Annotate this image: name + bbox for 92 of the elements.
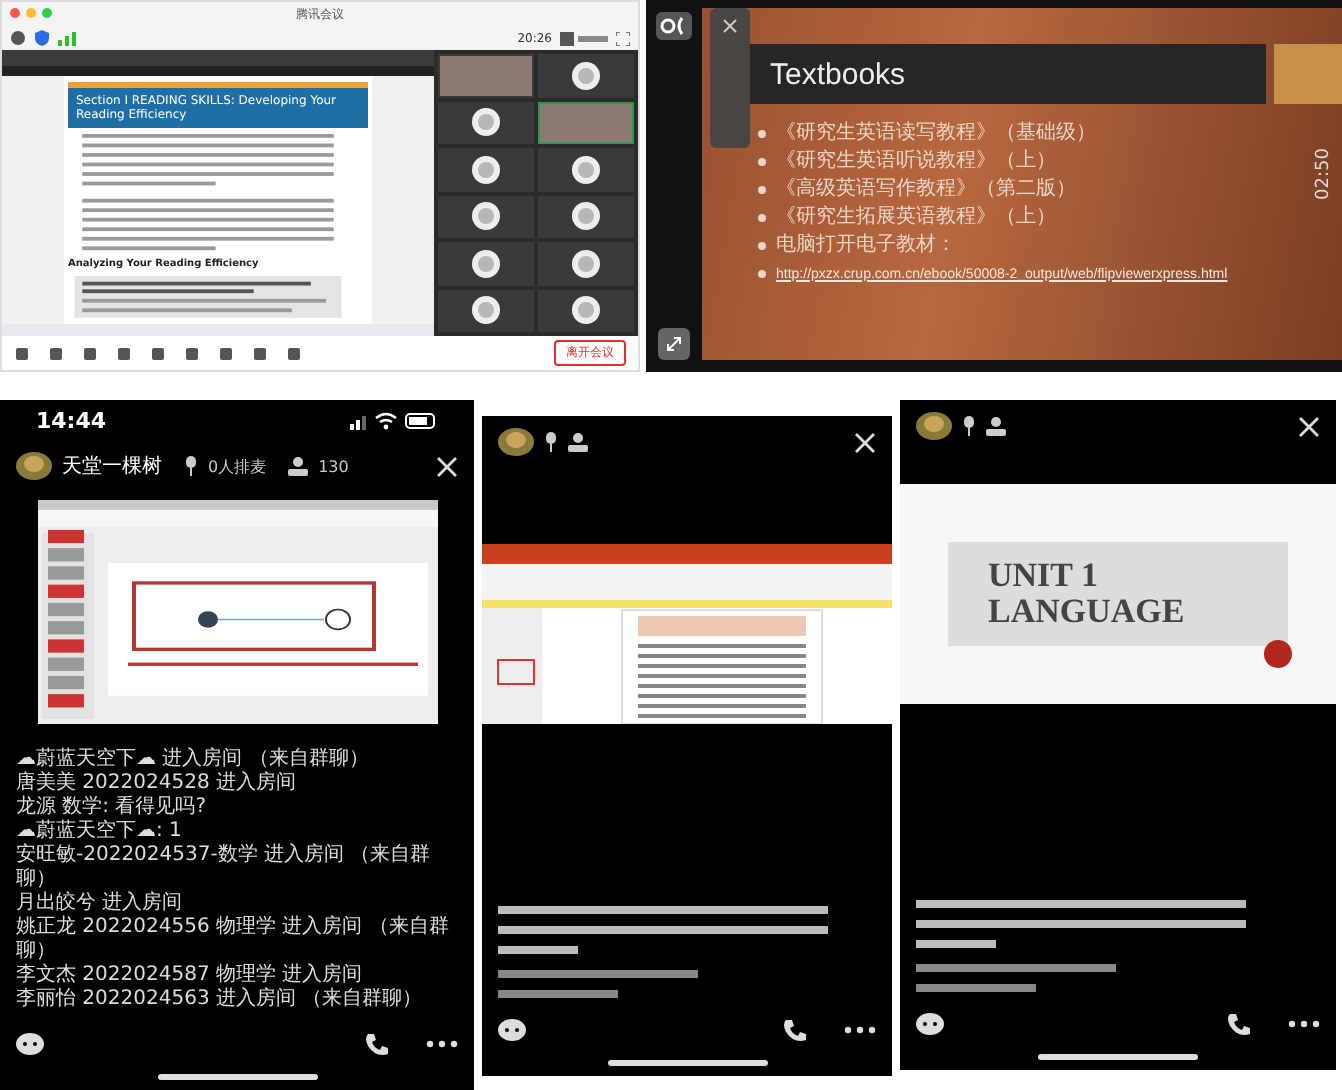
phone-icon[interactable]: [364, 1031, 390, 1057]
avatar-icon: [472, 249, 500, 278]
slide-title: LANGUAGE: [988, 594, 1187, 630]
avatar-icon: [572, 61, 600, 90]
toolbar-icon[interactable]: [14, 345, 30, 361]
chat-message: 姚正龙 2022024556 物理学 进入房间 （来自群聊）: [16, 916, 451, 963]
toolbar-icon[interactable]: [184, 345, 200, 361]
chat-message: 安旺敏-2022024537-数学 进入房间 （来自群聊）: [16, 844, 433, 891]
chat-message: 李文杰 2022024587 物理学 进入房间: [16, 964, 365, 987]
video-placeholder: [540, 103, 632, 142]
host-name: 天堂一棵树: [62, 453, 162, 480]
seal-icon: [1264, 640, 1292, 668]
bullet-icon: [758, 242, 766, 250]
bullet-item: 《研究生英语读写教程》（基础级）: [776, 120, 1096, 148]
shield-icon[interactable]: [34, 30, 50, 46]
bullet-item: 《研究生拓展英语教程》（上）: [776, 204, 1056, 232]
microphone-icon: [962, 416, 976, 436]
avatar-icon: [472, 202, 500, 231]
toolbar-icon[interactable]: [286, 345, 302, 361]
fullscreen-icon[interactable]: [616, 31, 630, 45]
logo-icon: [656, 12, 692, 40]
participant-tile[interactable]: [538, 148, 634, 191]
avatar-icon: [572, 249, 600, 278]
video-placeholder: [440, 56, 532, 95]
status-time: 14:44: [36, 407, 107, 433]
bullet-icon: [758, 186, 766, 194]
close-icon[interactable]: [854, 431, 876, 453]
slide-title: UNIT 1: [988, 558, 1100, 594]
chat-message: 龙源 数学: 看得见吗?: [16, 796, 209, 819]
person-icon: [288, 456, 309, 476]
avatar-icon: [472, 296, 500, 325]
chat-message: 唐美美 2022024528 进入房间: [16, 772, 298, 795]
phone-icon[interactable]: [1226, 1011, 1252, 1037]
participant-tile[interactable]: [438, 195, 534, 238]
avatar-icon[interactable]: [16, 452, 52, 480]
phone-icon[interactable]: [782, 1017, 808, 1043]
close-icon[interactable]: [436, 455, 458, 477]
more-icon[interactable]: [1288, 1020, 1320, 1028]
person-icon: [986, 416, 1006, 436]
avatar-icon: [472, 155, 500, 184]
chat-message: 李丽怡 2022024563 进入房间 （来自群聊）: [16, 988, 425, 1012]
avatar-icon[interactable]: [498, 428, 534, 456]
participant-tile[interactable]: [538, 195, 634, 238]
chat-message: ☁蔚蓝天空下☁: 1: [16, 820, 184, 843]
bullet-icon: [758, 214, 766, 222]
microphone-icon: [544, 432, 558, 452]
bullet-item: 《高级英语写作教程》（第二版）: [776, 176, 1076, 204]
participant-tile[interactable]: [438, 242, 534, 285]
bullet-icon: [758, 130, 766, 138]
bullet-item: 《研究生英语听说教程》（上）: [776, 148, 1056, 176]
info-icon[interactable]: [10, 30, 26, 46]
accent-block: [1274, 44, 1342, 104]
participant-tile[interactable]: [438, 101, 534, 144]
participant-tile[interactable]: [438, 289, 534, 332]
toolbar-icon[interactable]: [48, 345, 64, 361]
avatar-icon[interactable]: [916, 412, 952, 440]
avatar-icon: [572, 202, 600, 231]
bullet-icon: [758, 270, 766, 278]
status-icons-drawing: [350, 411, 438, 429]
bullet-icon: [758, 158, 766, 166]
avatar-icon: [572, 155, 600, 184]
chat-message: 月出皎兮 进入房间: [16, 892, 185, 915]
grid-view-icon[interactable]: [560, 31, 608, 45]
participant-tile[interactable]: [538, 54, 634, 97]
expand-icon[interactable]: [658, 328, 690, 360]
viewer-count: 130: [318, 457, 349, 475]
participant-tile[interactable]: [538, 101, 634, 144]
toolbar-icon[interactable]: [218, 345, 234, 361]
chat-bubble-icon[interactable]: [916, 1012, 944, 1036]
microphone-icon: [184, 456, 198, 476]
avatar-icon: [472, 108, 500, 137]
close-icon[interactable]: [1298, 415, 1320, 437]
toolbar-icon[interactable]: [150, 345, 166, 361]
bullet-item: 电脑打开电子教材：: [776, 232, 956, 260]
chat-bubble-icon[interactable]: [16, 1032, 44, 1056]
queue-count: 0人排麦: [208, 455, 267, 477]
participant-tile[interactable]: [438, 148, 534, 191]
chat-message: ☁蔚蓝天空下☁ 进入房间 （来自群聊）: [16, 748, 371, 771]
avatar-icon: [572, 296, 600, 325]
participant-tile[interactable]: [538, 242, 634, 285]
more-icon[interactable]: [426, 1040, 458, 1048]
slide-title: Textbooks: [770, 57, 906, 91]
person-icon: [568, 432, 588, 452]
toolbar-icon[interactable]: [116, 345, 132, 361]
participant-tile[interactable]: [538, 289, 634, 332]
signal-icon: [58, 31, 76, 45]
participant-tile[interactable]: [438, 54, 534, 97]
toolbar-icon[interactable]: [252, 345, 268, 361]
chat-bubble-icon[interactable]: [498, 1018, 526, 1042]
more-icon[interactable]: [844, 1026, 876, 1034]
timer: 02:50: [1314, 148, 1334, 200]
toolbar-icon[interactable]: [82, 345, 98, 361]
